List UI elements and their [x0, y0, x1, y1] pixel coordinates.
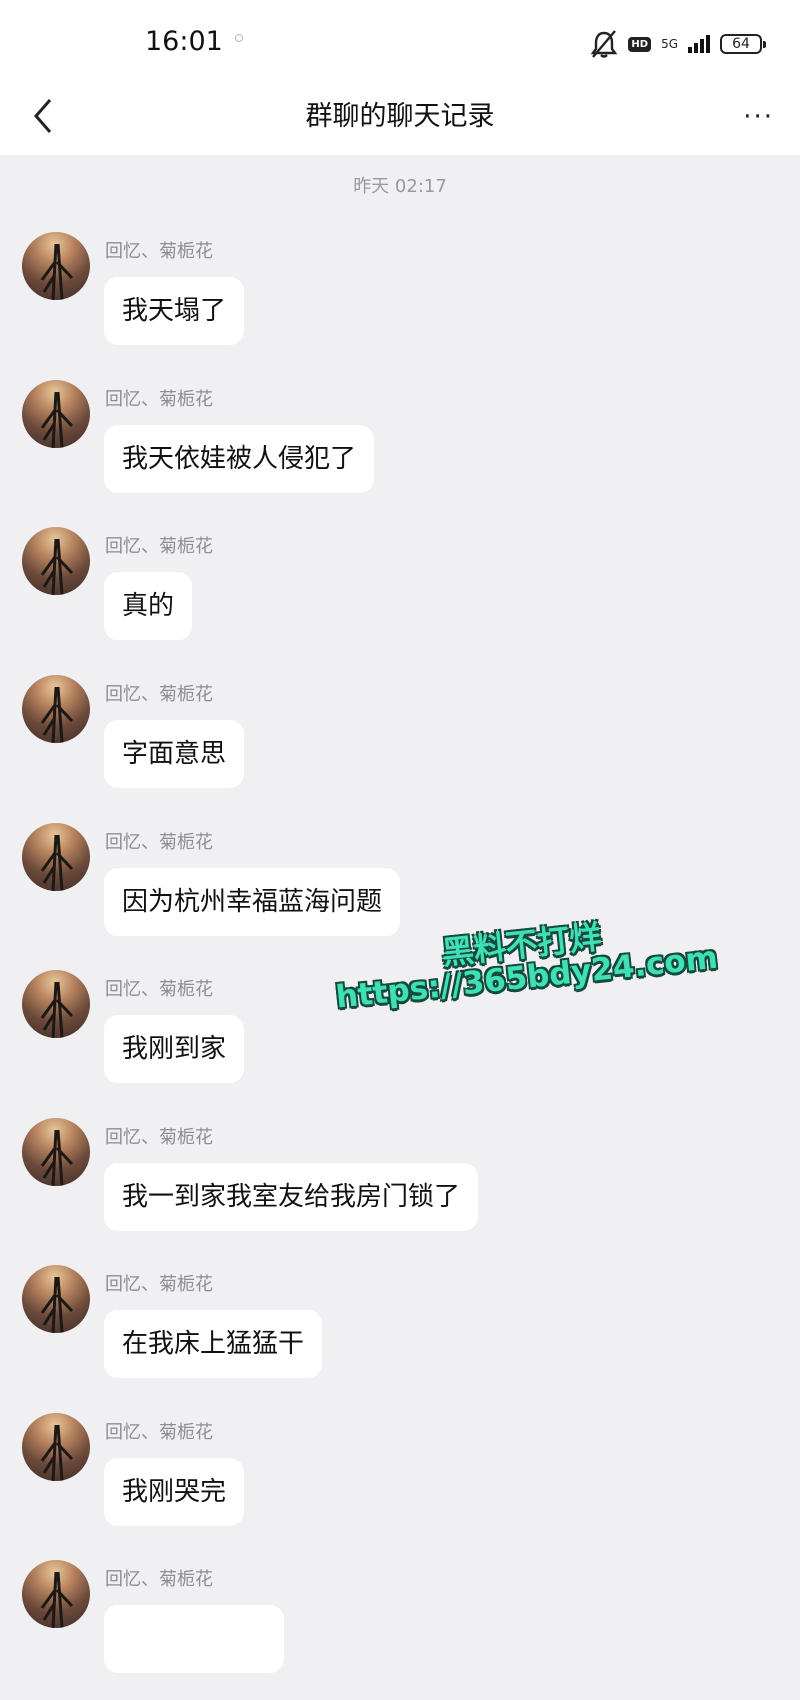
more-options-icon[interactable]: ··· — [743, 102, 774, 132]
sender-name: 回忆、菊栀花 — [105, 241, 213, 262]
sender-name: 回忆、菊栀花 — [105, 1569, 213, 1590]
avatar[interactable] — [22, 527, 90, 595]
hd-icon: HD — [628, 36, 652, 52]
message-bubble[interactable] — [104, 1605, 284, 1673]
avatar[interactable] — [22, 1413, 90, 1481]
message-bubble[interactable]: 我刚到家 — [104, 1015, 245, 1083]
message-bubble[interactable]: 字面意思 — [104, 720, 245, 788]
status-time: 16:01 — [145, 26, 223, 57]
avatar[interactable] — [22, 1560, 90, 1628]
sender-name: 回忆、菊栀花 — [105, 979, 213, 1000]
sync-icon — [235, 34, 243, 42]
bell-off-icon — [590, 30, 618, 58]
network-type: 5G — [661, 37, 678, 51]
message-item: 回忆、菊栀花 在我床上猛猛干 — [0, 1265, 800, 1405]
message-item: 回忆、菊栀花 我天塌了 — [0, 232, 800, 372]
message-bubble[interactable]: 我一到家我室友给我房门锁了 — [104, 1163, 479, 1231]
message-bubble[interactable]: 在我床上猛猛干 — [104, 1310, 323, 1378]
avatar[interactable] — [22, 1118, 90, 1186]
message-item: 回忆、菊栀花 我天依娃被人侵犯了 — [0, 380, 800, 520]
avatar[interactable] — [22, 1265, 90, 1333]
chat-history: 昨天 02:17 回忆、菊栀花 我天塌了 回忆、菊栀花 我天依娃被人侵犯了 回忆… — [0, 155, 800, 1673]
page-title: 群聊的聊天记录 — [305, 101, 495, 132]
message-item: 回忆、菊栀花 字面意思 — [0, 675, 800, 815]
avatar[interactable] — [22, 380, 90, 448]
sender-name: 回忆、菊栀花 — [105, 536, 213, 557]
message-item: 回忆、菊栀花 我一到家我室友给我房门锁了 — [0, 1118, 800, 1258]
avatar[interactable] — [22, 823, 90, 891]
sender-name: 回忆、菊栀花 — [105, 832, 213, 853]
sender-name: 回忆、菊栀花 — [105, 1422, 213, 1443]
message-bubble[interactable]: 因为杭州幸福蓝海问题 — [104, 868, 401, 936]
sender-name: 回忆、菊栀花 — [105, 684, 213, 705]
title-bar: 群聊的聊天记录 ··· — [0, 80, 800, 155]
message-bubble[interactable]: 我天依娃被人侵犯了 — [104, 425, 375, 493]
status-bar: 16:01 HD 5G 64 — [0, 0, 800, 80]
message-item: 回忆、菊栀花 真的 — [0, 527, 800, 667]
status-icons: HD 5G 64 — [590, 26, 766, 62]
message-bubble[interactable]: 我天塌了 — [104, 277, 245, 345]
signal-icon — [688, 35, 710, 53]
sender-name: 回忆、菊栀花 — [105, 1127, 213, 1148]
avatar[interactable] — [22, 675, 90, 743]
message-item: 回忆、菊栀花 — [0, 1560, 800, 1700]
message-bubble[interactable]: 真的 — [104, 572, 193, 640]
sender-name: 回忆、菊栀花 — [105, 389, 213, 410]
avatar[interactable] — [22, 970, 90, 1038]
message-item: 回忆、菊栀花 我刚哭完 — [0, 1413, 800, 1553]
chat-timestamp: 昨天 02:17 — [353, 176, 447, 197]
avatar[interactable] — [22, 232, 90, 300]
battery-icon: 64 — [720, 34, 766, 54]
message-bubble[interactable]: 我刚哭完 — [104, 1458, 245, 1526]
sender-name: 回忆、菊栀花 — [105, 1274, 213, 1295]
